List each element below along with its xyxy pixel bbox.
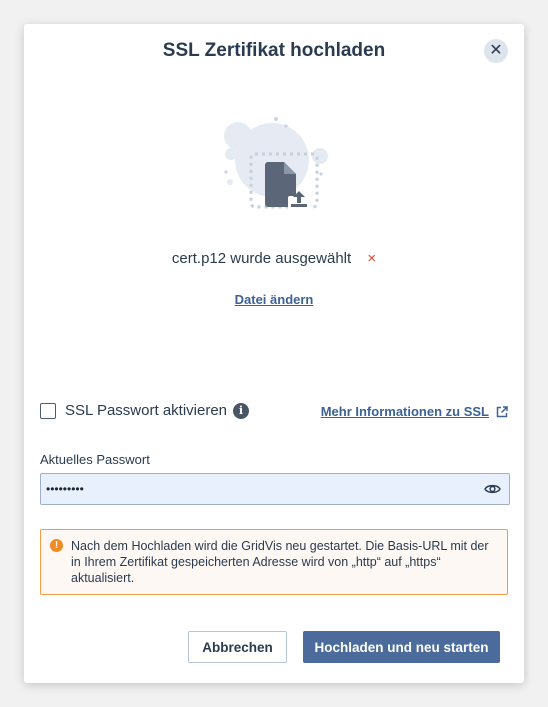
password-value[interactable]: •••••••••	[46, 482, 84, 496]
warning-icon: !	[50, 539, 63, 552]
restart-warning: ! Nach dem Hochladen wird die GridVis ne…	[40, 529, 508, 595]
change-file-link[interactable]: Datei ändern	[24, 292, 524, 307]
selected-file-row: cert.p12 wurde ausgewählt ×	[24, 250, 524, 267]
ssl-upload-dialog: SSL Zertifikat hochladen ✕ cert.p12 wurd…	[24, 24, 524, 683]
external-link-icon	[496, 405, 508, 417]
ssl-password-toggle: SSL Passwort aktivieren i	[40, 402, 250, 419]
current-password-field[interactable]: •••••••••	[40, 473, 510, 505]
ssl-password-label[interactable]: SSL Passwort aktivieren	[65, 402, 227, 419]
upload-restart-button[interactable]: Hochladen und neu starten	[303, 631, 500, 663]
file-upload-icon	[224, 117, 328, 210]
ssl-password-checkbox[interactable]	[40, 402, 56, 419]
eye-icon[interactable]	[484, 483, 501, 495]
warning-text: Nach dem Hochladen wird die GridVis neu …	[71, 539, 489, 585]
password-field-label: Aktuelles Passwort	[40, 452, 150, 467]
close-icon: ✕	[489, 42, 503, 59]
selected-file-text: cert.p12 wurde ausgewählt	[171, 250, 352, 267]
info-icon[interactable]: i	[233, 402, 250, 419]
dialog-title: SSL Zertifikat hochladen	[162, 40, 386, 61]
cancel-button[interactable]: Abbrechen	[188, 631, 287, 663]
more-info-ssl-label[interactable]: Mehr Informationen zu SSL	[321, 404, 489, 419]
more-info-ssl-link[interactable]: Mehr Informationen zu SSL	[321, 404, 508, 419]
close-button[interactable]: ✕	[484, 39, 508, 63]
remove-file-icon[interactable]: ×	[367, 250, 376, 267]
